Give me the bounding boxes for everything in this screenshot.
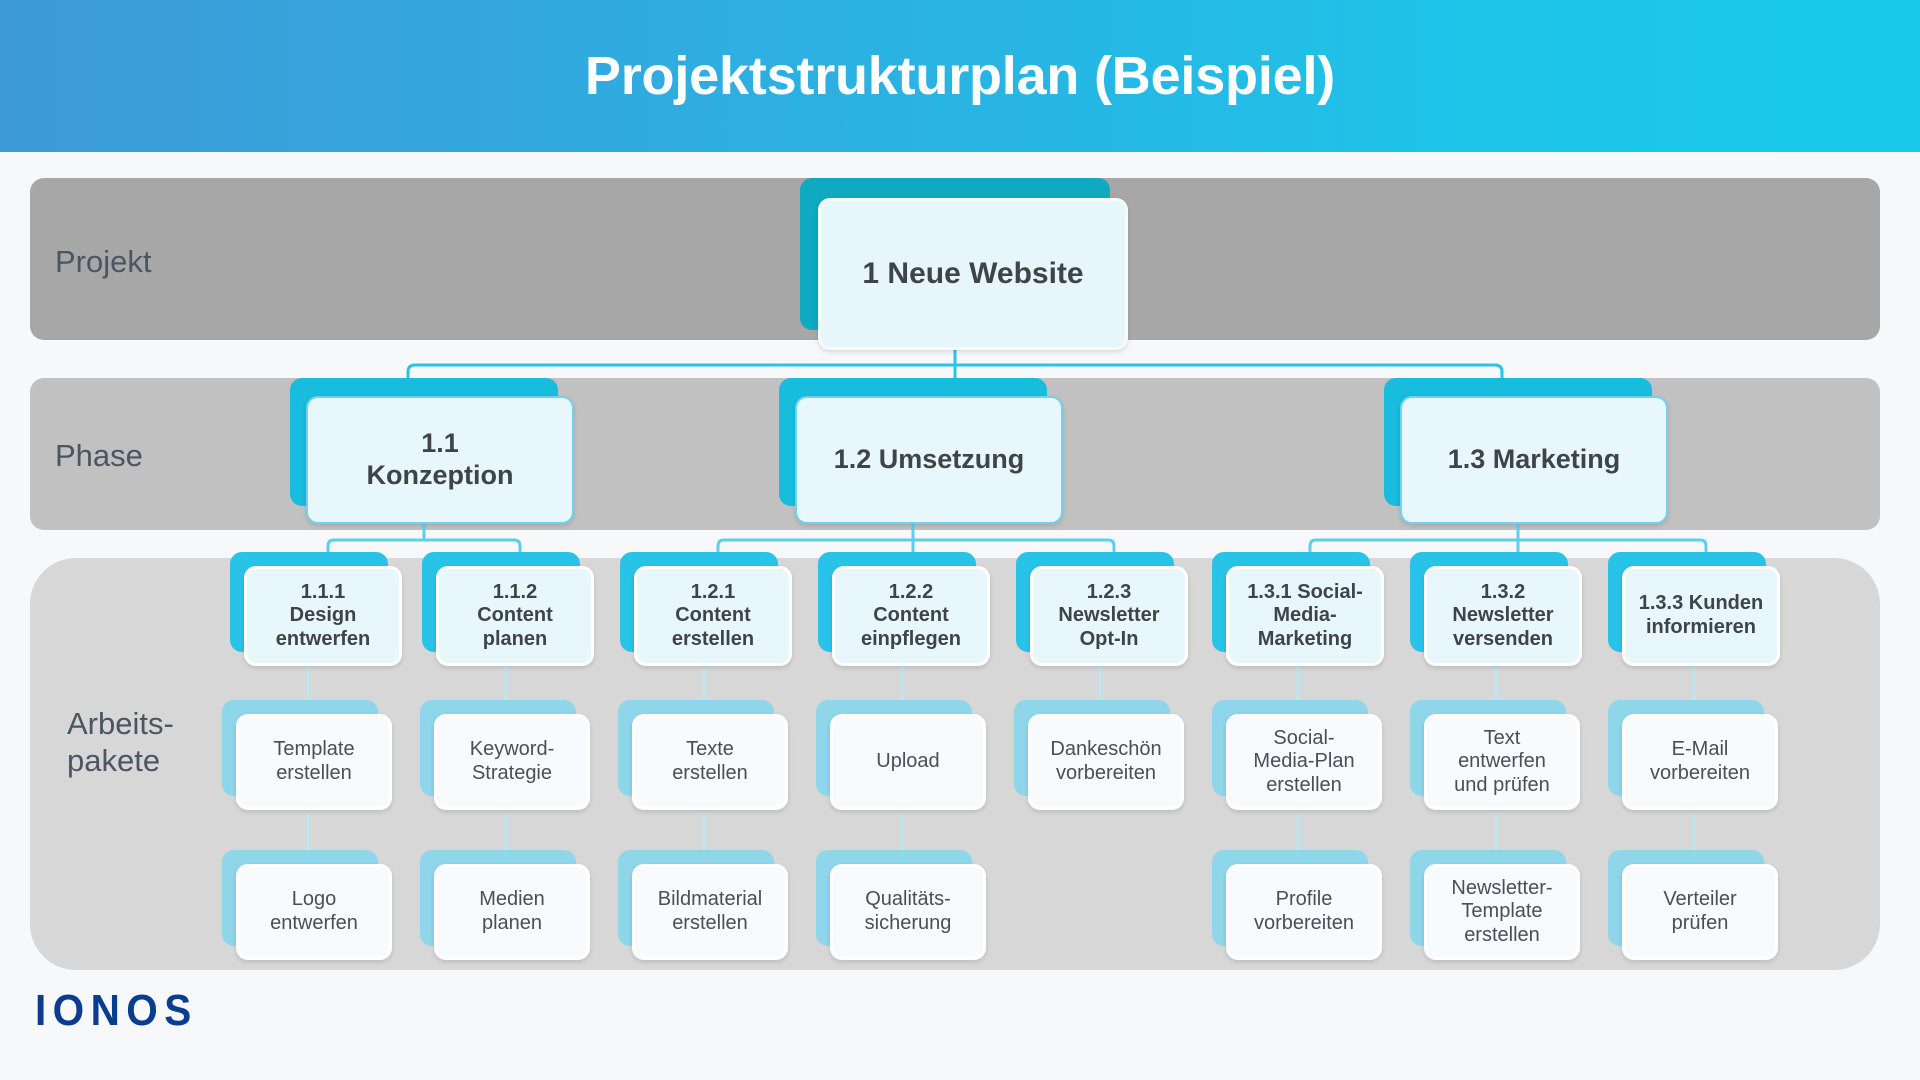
node-workpackage[interactable]: Texte erstellen xyxy=(618,700,788,810)
node-task-1-1-1[interactable]: 1.1.1 Design entwerfen xyxy=(230,552,402,666)
node-workpackage[interactable]: Dankeschön vorbereiten xyxy=(1014,700,1184,810)
node-task-label: 1.3.1 Social- Media- Marketing xyxy=(1226,566,1384,666)
node-workpackage[interactable]: Social- Media-Plan erstellen xyxy=(1212,700,1382,810)
node-workpackage-label: Social- Media-Plan erstellen xyxy=(1226,714,1382,810)
node-workpackage-label: Template erstellen xyxy=(236,714,392,810)
node-root[interactable]: 1 Neue Website xyxy=(800,178,1128,350)
node-workpackage-label: Keyword- Strategie xyxy=(434,714,590,810)
node-workpackage[interactable]: Logo entwerfen xyxy=(222,850,392,960)
row-label-projekt: Projekt xyxy=(55,244,152,279)
ionos-logo: IONOS xyxy=(35,986,198,1035)
node-workpackage[interactable]: Upload xyxy=(816,700,986,810)
node-task-label: 1.2.2 Content einpflegen xyxy=(832,566,990,666)
node-phase-label: 1.2 Umsetzung xyxy=(795,396,1063,524)
node-workpackage-label: Texte erstellen xyxy=(632,714,788,810)
node-task-label: 1.1.2 Content planen xyxy=(436,566,594,666)
node-task-label: 1.1.1 Design entwerfen xyxy=(244,566,402,666)
node-task-1-2-1[interactable]: 1.2.1 Content erstellen xyxy=(620,552,792,666)
node-workpackage[interactable]: Verteiler prüfen xyxy=(1608,850,1778,960)
node-phase-label: 1.1 Konzeption xyxy=(306,396,574,524)
node-workpackage-label: Medien planen xyxy=(434,864,590,960)
node-workpackage[interactable]: Profile vorbereiten xyxy=(1212,850,1382,960)
node-workpackage[interactable]: Bildmaterial erstellen xyxy=(618,850,788,960)
node-workpackage[interactable]: Template erstellen xyxy=(222,700,392,810)
node-task-1-3-3[interactable]: 1.3.3 Kunden informieren xyxy=(1608,552,1780,666)
node-task-label: 1.3.2 Newsletter versenden xyxy=(1424,566,1582,666)
header-banner: Projektstrukturplan (Beispiel) xyxy=(0,0,1920,152)
row-label-phase: Phase xyxy=(55,438,143,473)
node-workpackage-label: Qualitäts- sicherung xyxy=(830,864,986,960)
node-task-1-3-1[interactable]: 1.3.1 Social- Media- Marketing xyxy=(1212,552,1384,666)
page-title: Projektstrukturplan (Beispiel) xyxy=(584,46,1336,106)
node-phase-label: 1.3 Marketing xyxy=(1400,396,1668,524)
node-workpackage[interactable]: Keyword- Strategie xyxy=(420,700,590,810)
node-task-label: 1.2.3 Newsletter Opt-In xyxy=(1030,566,1188,666)
node-workpackage-label: Dankeschön vorbereiten xyxy=(1028,714,1184,810)
node-phase-1-2[interactable]: 1.2 Umsetzung xyxy=(779,378,1063,524)
node-phase-1-3[interactable]: 1.3 Marketing xyxy=(1384,378,1668,524)
node-task-1-3-2[interactable]: 1.3.2 Newsletter versenden xyxy=(1410,552,1582,666)
diagram-canvas: Projektstrukturplan (Beispiel) Projekt P… xyxy=(0,0,1920,1080)
node-workpackage-label: Logo entwerfen xyxy=(236,864,392,960)
row-label-arbeitspakete: Arbeits- pakete xyxy=(67,706,174,779)
node-root-label: 1 Neue Website xyxy=(818,198,1128,350)
node-workpackage-label: E-Mail vorbereiten xyxy=(1622,714,1778,810)
node-workpackage[interactable]: Newsletter- Template erstellen xyxy=(1410,850,1580,960)
node-task-1-1-2[interactable]: 1.1.2 Content planen xyxy=(422,552,594,666)
node-workpackage-label: Upload xyxy=(830,714,986,810)
node-workpackage-label: Verteiler prüfen xyxy=(1622,864,1778,960)
node-workpackage[interactable]: Text entwerfen und prüfen xyxy=(1410,700,1580,810)
node-workpackage-label: Bildmaterial erstellen xyxy=(632,864,788,960)
node-phase-1-1[interactable]: 1.1 Konzeption xyxy=(290,378,574,524)
node-workpackage-label: Profile vorbereiten xyxy=(1226,864,1382,960)
node-workpackage-label: Newsletter- Template erstellen xyxy=(1424,864,1580,960)
node-task-1-2-2[interactable]: 1.2.2 Content einpflegen xyxy=(818,552,990,666)
node-workpackage[interactable]: Qualitäts- sicherung xyxy=(816,850,986,960)
node-task-label: 1.2.1 Content erstellen xyxy=(634,566,792,666)
node-workpackage[interactable]: Medien planen xyxy=(420,850,590,960)
node-task-1-2-3[interactable]: 1.2.3 Newsletter Opt-In xyxy=(1016,552,1188,666)
node-workpackage[interactable]: E-Mail vorbereiten xyxy=(1608,700,1778,810)
node-workpackage-label: Text entwerfen und prüfen xyxy=(1424,714,1580,810)
node-task-label: 1.3.3 Kunden informieren xyxy=(1622,566,1780,666)
